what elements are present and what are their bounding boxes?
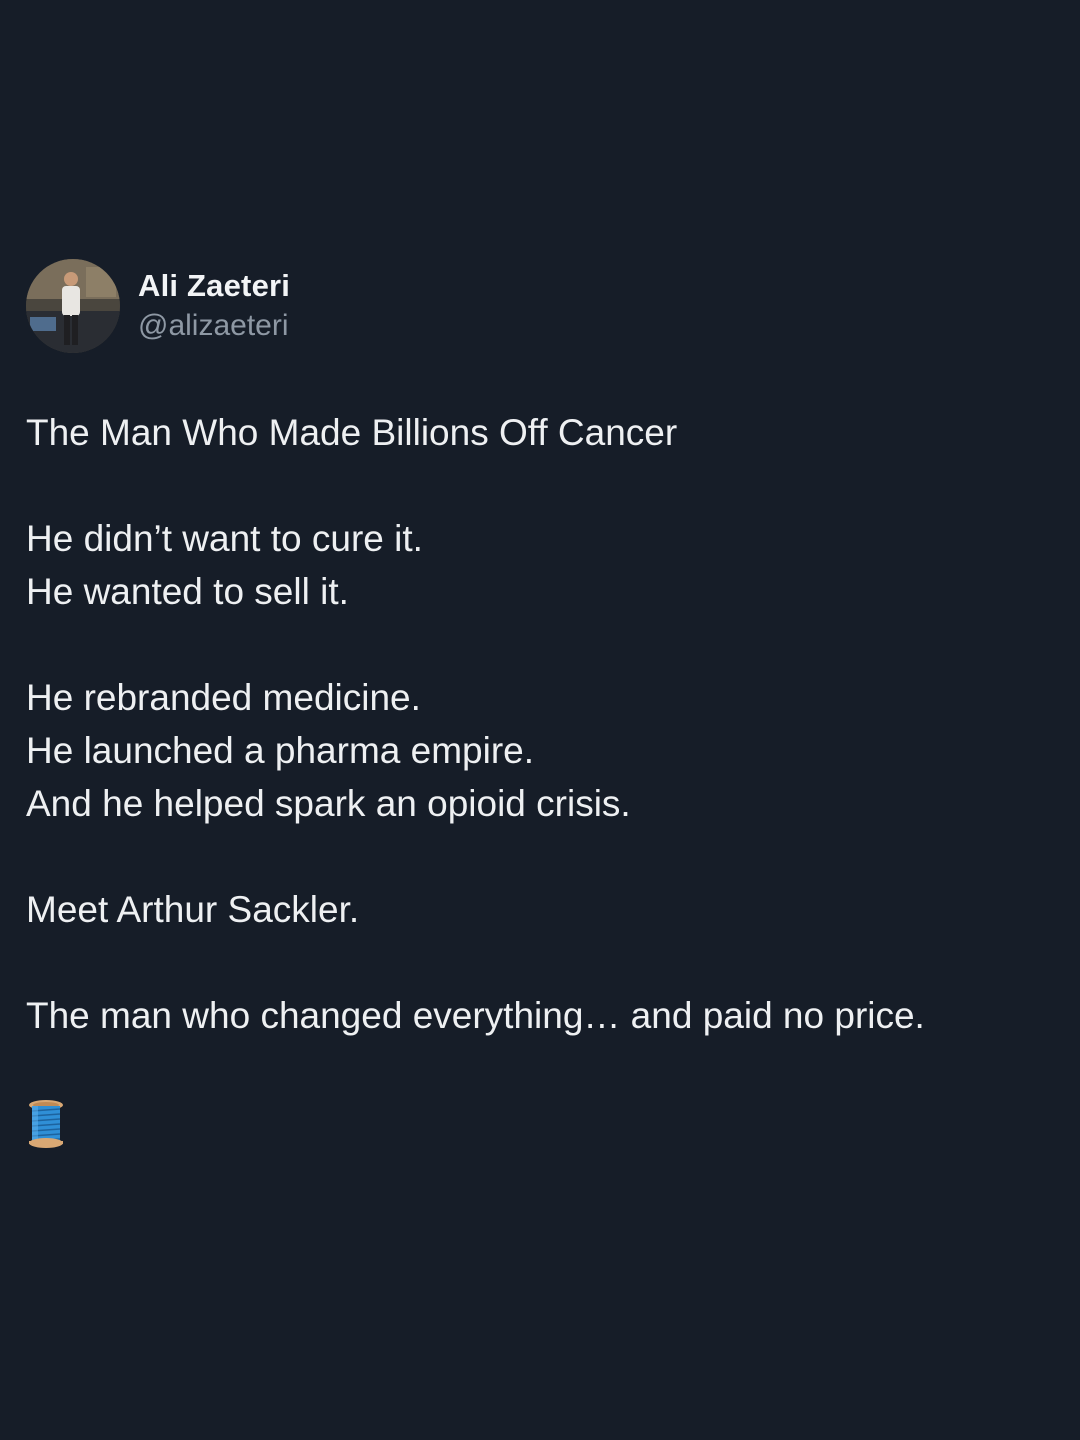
tweet-text: The Man Who Made Billions Off Cancer He …: [26, 406, 1056, 1154]
avatar[interactable]: [26, 259, 120, 353]
tweet-line: The Man Who Made Billions Off Cancer: [26, 412, 678, 453]
tweet-card: Ali Zaeteri @alizaeteri The Man Who Made…: [26, 258, 1056, 1154]
tweet-header: Ali Zaeteri @alizaeteri: [26, 258, 1056, 354]
tweet-line: And he helped spark an opioid crisis.: [26, 783, 631, 824]
tweet-line: He rebranded medicine.: [26, 677, 421, 718]
tweet-line: The man who changed everything… and paid…: [26, 995, 925, 1036]
avatar-photo-icon: [26, 259, 120, 353]
author-display-name[interactable]: Ali Zaeteri: [138, 267, 290, 305]
tweet-paragraph: He rebranded medicine. He launched a pha…: [26, 671, 1056, 830]
tweet-paragraph: The man who changed everything… and paid…: [26, 989, 1056, 1042]
tweet-line: He didn’t want to cure it.: [26, 518, 423, 559]
tweet-paragraph: Meet Arthur Sackler.: [26, 883, 1056, 936]
tweet-line: He launched a pharma empire.: [26, 730, 535, 771]
tweet-line: Meet Arthur Sackler.: [26, 889, 360, 930]
tweet-line: He wanted to sell it.: [26, 571, 349, 612]
tweet-paragraph: He didn’t want to cure it. He wanted to …: [26, 512, 1056, 618]
thread-spool-icon: [29, 1100, 63, 1148]
author-names: Ali Zaeteri @alizaeteri: [138, 267, 290, 345]
author-handle[interactable]: @alizaeteri: [138, 307, 290, 345]
tweet-paragraph: The Man Who Made Billions Off Cancer: [26, 406, 1056, 459]
